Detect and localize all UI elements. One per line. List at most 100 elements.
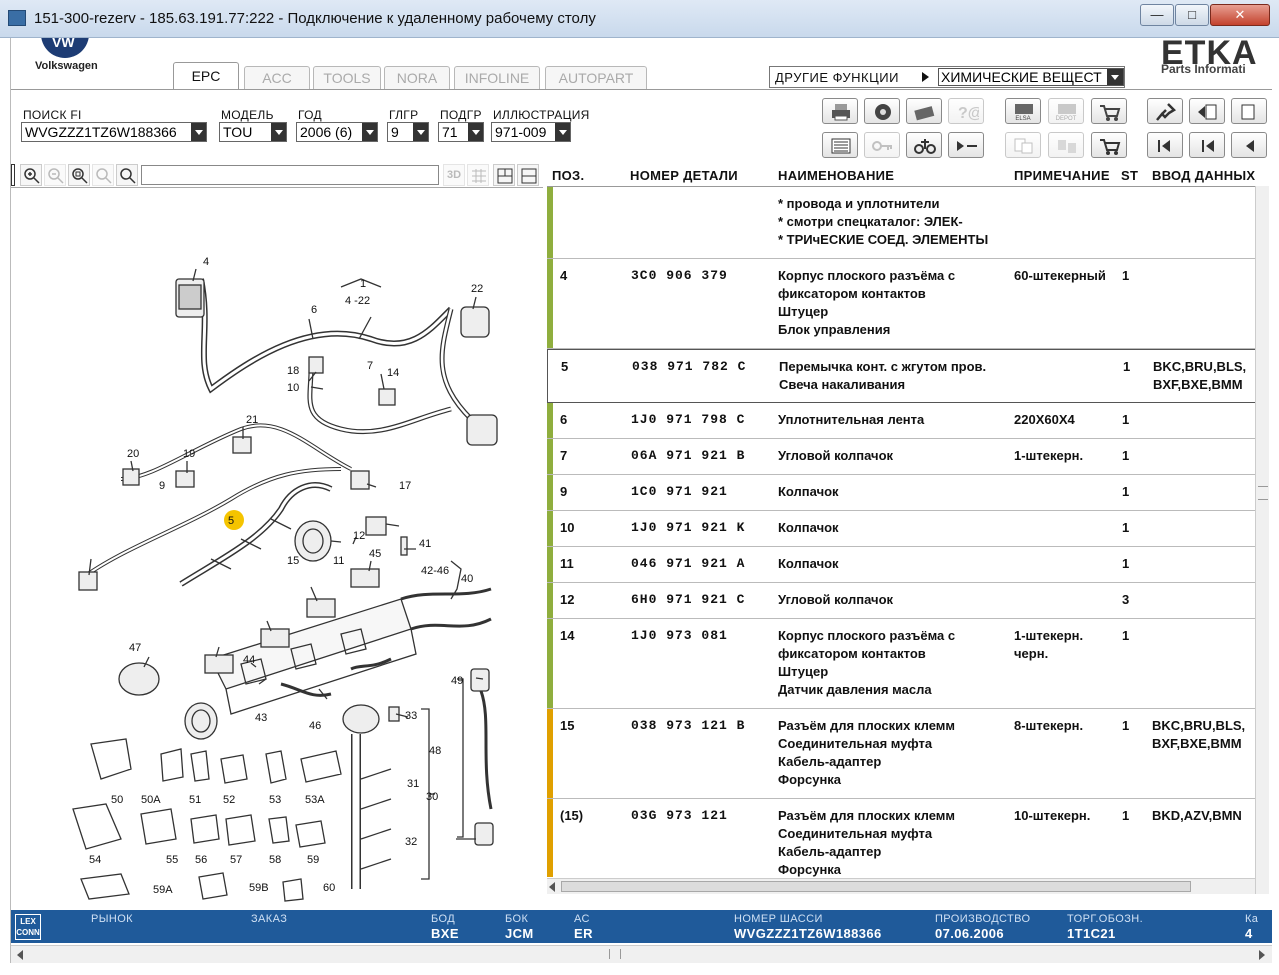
callout-label[interactable]: 40 [461,573,473,585]
col-data-entry[interactable]: ВВОД ДАННЫХ [1152,168,1255,183]
page-button[interactable] [1231,98,1267,124]
scroll-grip[interactable] [609,949,621,959]
callout-label[interactable]: 21 [246,414,258,426]
cart-export-button[interactable] [1091,98,1127,124]
3d-button[interactable]: 3D [443,164,465,186]
scroll-grip[interactable] [1258,486,1268,500]
first-button[interactable] [1147,132,1183,158]
callout-label[interactable]: 1 [360,278,366,290]
window-horizontal-scrollbar[interactable] [11,945,1272,963]
col-note[interactable]: ПРИМЕЧАНИЕ [1014,168,1110,183]
tab-epc[interactable]: EPC [173,62,239,90]
money-button[interactable] [906,98,942,124]
callout-label[interactable]: 54 [89,854,101,866]
callout-label[interactable]: 60 [323,882,335,894]
tab-nora[interactable]: NORA [384,66,450,90]
chevron-down-icon[interactable] [1107,69,1123,85]
help-button[interactable]: ?@ [948,98,984,124]
col-st[interactable]: ST [1121,168,1138,183]
col-name[interactable]: НАИМЕНОВАНИЕ [778,168,894,183]
table-row[interactable]: 12 6H0 971 921 C Угловой колпачок 3 [547,583,1259,619]
callout-label[interactable]: 52 [223,794,235,806]
filter-year[interactable]: 2006 (6) [296,122,378,142]
cart-button[interactable] [1091,132,1127,158]
zoom-fit-button[interactable] [92,164,114,186]
callout-label[interactable]: 14 [387,367,399,379]
print-button[interactable] [822,98,858,124]
table-row[interactable]: 9 1C0 971 921 Колпачок 1 [547,475,1259,511]
other-functions-select[interactable]: ХИМИЧЕСКИЕ ВЕЩЕСТ [938,68,1124,86]
zoom-in-button[interactable] [20,164,42,186]
tab-tools[interactable]: TOOLS [313,66,381,90]
table-horizontal-scrollbar[interactable] [547,878,1255,894]
callout-label[interactable]: 45 [369,548,381,560]
splitter-handle[interactable] [11,164,15,186]
callout-label[interactable]: 57 [230,854,242,866]
callout-label[interactable]: 30 [426,791,438,803]
table-row[interactable]: 7 06A 971 921 B Угловой колпачок 1-штекерн.… [547,439,1259,475]
callout-label[interactable]: 7 [367,360,373,372]
table-row[interactable]: 5 038 971 782 C Перемычка конт. с жгутом п… [547,349,1259,403]
chevron-down-icon[interactable] [468,123,483,141]
table-row[interactable]: 11 046 971 921 A Колпачок 1 [547,547,1259,583]
grid-button[interactable] [467,164,489,186]
chevron-down-icon[interactable] [191,123,206,141]
scroll-right-icon[interactable] [1259,950,1265,960]
depot-button[interactable]: DEPOT [1048,98,1084,124]
callout-label[interactable]: 41 [419,538,431,550]
callout-label[interactable]: 49 [451,675,463,687]
scroll-thumb[interactable] [561,881,1191,892]
callout-label[interactable]: 12 [353,530,365,542]
play-minus-button[interactable] [948,132,984,158]
table-vertical-scrollbar[interactable] [1255,186,1269,894]
search-button[interactable] [116,164,138,186]
key-button[interactable] [864,132,900,158]
callout-label[interactable]: 15 [287,555,299,567]
minimize-button[interactable]: — [1140,4,1174,26]
callout-label[interactable]: 5 [228,515,234,527]
callout-label[interactable]: 50A [141,794,161,806]
scroll-left-icon[interactable] [17,950,23,960]
tire-button[interactable] [864,98,900,124]
callout-label[interactable]: 22 [471,283,483,295]
callout-label[interactable]: 53A [305,794,325,806]
other-functions-label[interactable]: ДРУГИЕ ФУНКЦИИ [775,70,899,85]
filter-main-group[interactable]: 9 [387,122,429,142]
table-row[interactable]: 15 038 973 121 B Разъём для плоских клемм … [547,709,1259,799]
callout-label[interactable]: 58 [269,854,281,866]
tab-infoline[interactable]: INFOLINE [454,66,540,90]
filter-model[interactable]: TOU [219,122,287,142]
callout-label[interactable]: 6 [311,304,317,316]
callout-label[interactable]: 46 [309,720,321,732]
prev-page-button[interactable] [1189,98,1225,124]
pin-button[interactable] [1147,98,1183,124]
callout-label[interactable]: 56 [195,854,207,866]
close-button[interactable]: ✕ [1210,4,1270,26]
callout-label[interactable]: 43 [255,712,267,724]
illustration-search-input[interactable] [141,165,439,185]
callout-label[interactable]: 18 [287,365,299,377]
callout-label[interactable]: 17 [399,480,411,492]
callout-label[interactable]: 31 [407,778,419,790]
filter-search-fi[interactable]: WVGZZZ1TZ6W188366 [21,122,207,142]
list-view-button[interactable] [822,132,858,158]
chevron-down-icon[interactable] [555,123,570,141]
callout-label[interactable]: 50 [111,794,123,806]
transfer-button[interactable] [1048,132,1084,158]
parts-illustration[interactable]: 4 6 1 4 -22 22 18 10 7 14 21 20 9 19 5 1… [11,189,543,909]
chevron-down-icon[interactable] [413,123,428,141]
table-row[interactable]: * провода и уплотнители * смотри спецкат… [547,187,1259,259]
table-row[interactable]: 10 1J0 971 921 K Колпачок 1 [547,511,1259,547]
callout-label[interactable]: 11 [333,555,344,567]
callout-label[interactable]: 32 [405,836,417,848]
callout-label[interactable]: 47 [129,642,141,654]
callout-label[interactable]: 53 [269,794,281,806]
callout-label[interactable]: 55 [166,854,178,866]
callout-label[interactable]: 51 [189,794,201,806]
copy-button[interactable] [1005,132,1041,158]
previous-button[interactable] [1189,132,1225,158]
elsa-button[interactable]: ELSA [1005,98,1041,124]
split-view-button[interactable] [493,164,515,186]
callout-label[interactable]: 59A [153,884,173,896]
callout-label[interactable]: 9 [159,480,165,492]
